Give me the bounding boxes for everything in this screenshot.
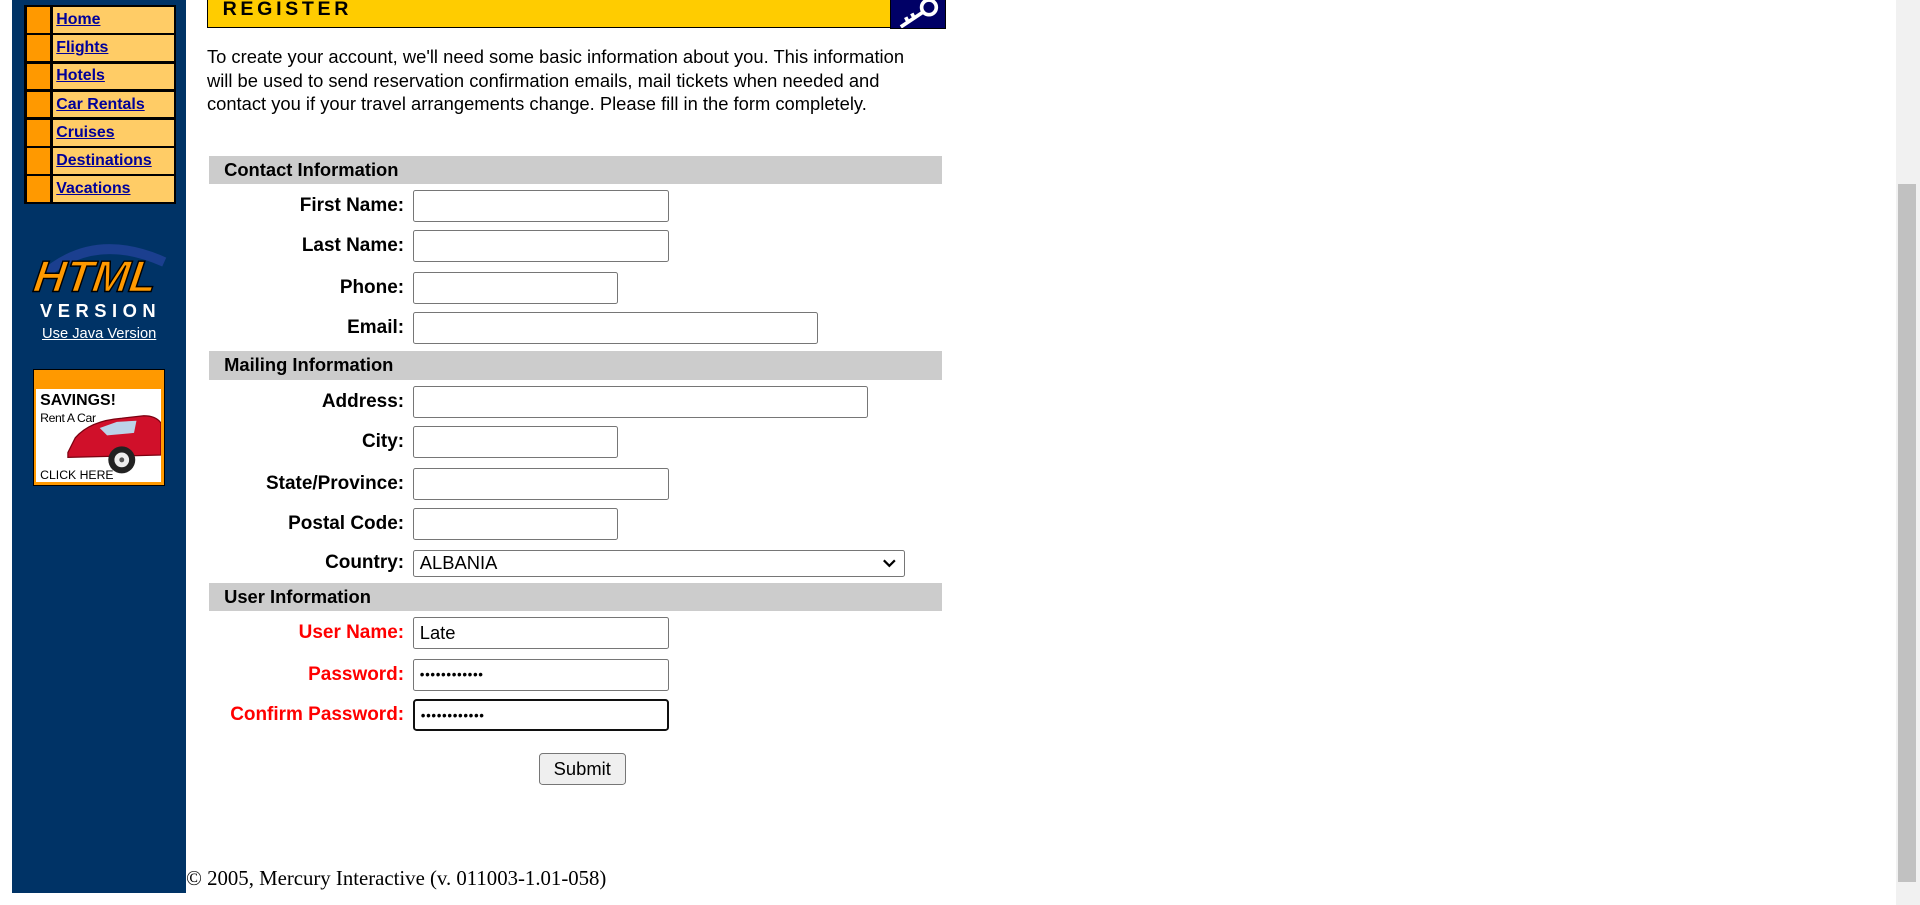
logo-html-text: HTML	[32, 253, 160, 302]
nav-link-hotels[interactable]: Hotels	[56, 67, 105, 85]
nav-link-flights[interactable]: Flights	[56, 39, 108, 57]
email-input[interactable]	[412, 312, 818, 345]
logo-version-text: VERSION	[40, 300, 161, 321]
state-label: State/Province:	[265, 472, 405, 494]
nav-cell: Home	[52, 7, 174, 34]
user-name-input[interactable]	[412, 617, 669, 649]
copyright-footer: © 2005, Mercury Interactive (v. 011003-1…	[186, 865, 607, 890]
nav-cell: Destinations	[52, 148, 174, 174]
nav-item-hotels: Hotels	[26, 63, 174, 90]
nav-marker	[26, 176, 51, 202]
password-input[interactable]	[412, 658, 669, 691]
nav-item-cruises: Cruises	[26, 119, 174, 146]
postal-code-label: Postal Code:	[288, 513, 405, 535]
nav-item-destinations: Destinations	[26, 148, 174, 174]
address-label: Address:	[321, 390, 405, 412]
nav-cell: Hotels	[52, 63, 174, 90]
section-contact-information: Contact Information	[209, 155, 942, 184]
nav-cell: Flights	[52, 35, 174, 62]
nav-marker	[26, 35, 51, 62]
user-name-label: User Name:	[298, 622, 405, 644]
state-province-input[interactable]	[412, 467, 669, 500]
nav-marker	[26, 148, 51, 174]
nav-item-home: Home	[26, 7, 174, 34]
ad-cta: CLICK HERE	[40, 467, 114, 482]
nav-item-vacations: Vacations	[26, 176, 174, 202]
ad-panel: SAVINGS! Rent A Car CLICK HERE	[36, 389, 162, 483]
register-header: REGISTER	[206, 0, 892, 28]
phone-input[interactable]	[412, 271, 619, 304]
postal-code-input[interactable]	[412, 508, 619, 540]
use-java-version-link[interactable]: Use Java Version	[12, 326, 186, 342]
nav-link-destinations[interactable]: Destinations	[56, 152, 151, 170]
nav-marker	[26, 7, 51, 34]
nav-menu: Home Flights Hotels Car Rentals Cruises …	[24, 4, 177, 205]
nav-link-home[interactable]: Home	[56, 11, 100, 29]
first-name-input[interactable]	[412, 189, 669, 222]
country-select[interactable]: ALBANIA	[412, 549, 905, 577]
first-name-label: First Name:	[299, 194, 405, 216]
page-title: REGISTER	[222, 0, 353, 20]
nav-link-cruises[interactable]: Cruises	[56, 124, 114, 142]
nav-link-vacations[interactable]: Vacations	[56, 180, 130, 198]
last-name-label: Last Name:	[301, 235, 405, 257]
chevron-down-icon	[882, 559, 896, 568]
nav-marker	[26, 91, 51, 118]
nav-cell: Car Rentals	[52, 91, 174, 118]
phone-label: Phone:	[339, 276, 405, 298]
password-label: Password:	[308, 663, 405, 685]
nav-cell: Cruises	[52, 119, 174, 146]
country-selected-value: ALBANIA	[419, 552, 498, 574]
nav-marker	[26, 63, 51, 90]
nav-item-flights: Flights	[26, 35, 174, 62]
key-icon-box	[890, 0, 947, 30]
email-label: Email:	[347, 317, 405, 339]
nav-link-car-rentals[interactable]: Car Rentals	[56, 96, 144, 114]
submit-button[interactable]: Submit	[538, 753, 626, 785]
vertical-scrollbar-thumb[interactable]	[1897, 183, 1917, 882]
car-icon	[67, 415, 162, 474]
section-user-information: User Information	[209, 582, 942, 612]
last-name-input[interactable]	[412, 230, 669, 263]
key-icon	[899, 0, 939, 29]
rent-a-car-ad[interactable]: SAVINGS! Rent A Car CLICK HERE	[33, 368, 165, 486]
city-input[interactable]	[412, 426, 619, 458]
nav-marker	[26, 119, 51, 146]
address-input[interactable]	[412, 385, 869, 418]
city-label: City:	[361, 431, 405, 453]
nav-item-car-rentals: Car Rentals	[26, 91, 174, 118]
confirm-password-input[interactable]	[412, 699, 669, 732]
intro-text: To create your account, we'll need some …	[206, 46, 905, 114]
confirm-password-label: Confirm Password:	[230, 704, 405, 726]
country-label: Country:	[325, 552, 405, 574]
left-sidebar: Home Flights Hotels Car Rentals Cruises …	[12, 0, 187, 893]
nav-cell: Vacations	[52, 176, 174, 202]
html-version-logo: HTML VERSION	[32, 244, 167, 321]
section-mailing-information: Mailing Information	[209, 351, 942, 380]
